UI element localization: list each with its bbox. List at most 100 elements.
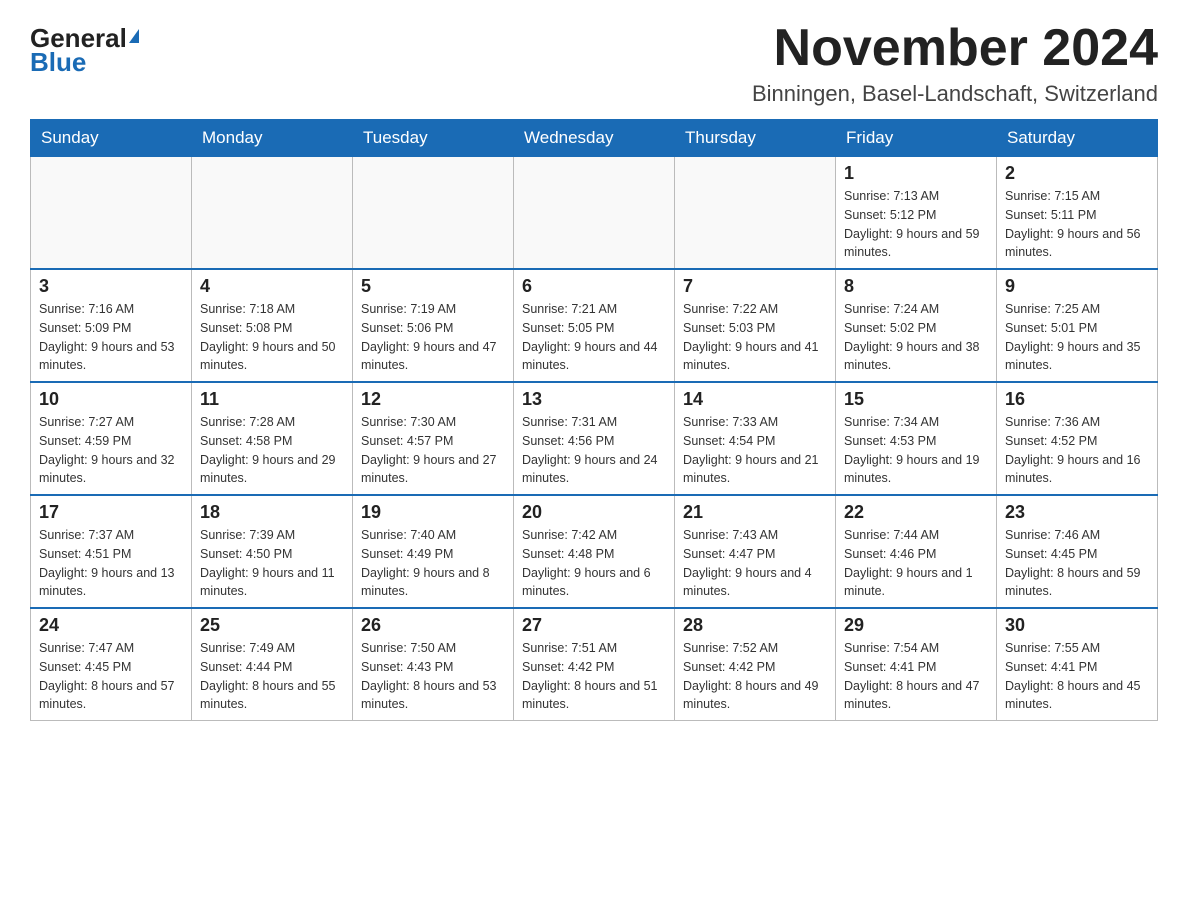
cell-day-number: 8 [844,276,988,297]
calendar-cell: 11 Sunrise: 7:28 AMSunset: 4:58 PMDayligh… [192,382,353,495]
location-subtitle: Binningen, Basel-Landschaft, Switzerland [752,81,1158,107]
calendar-cell: 22Sunrise: 7:44 AMSunset: 4:46 PMDayligh… [836,495,997,608]
cell-sun-info: Sunrise: 7:52 AMSunset: 4:42 PMDaylight:… [683,639,827,714]
cell-sun-info: Sunrise: 7:50 AMSunset: 4:43 PMDaylight:… [361,639,505,714]
weekday-header-friday: Friday [836,120,997,157]
calendar-table: SundayMondayTuesdayWednesdayThursdayFrid… [30,119,1158,721]
cell-day-number: 13 [522,389,666,410]
cell-sun-info: Sunrise: 7:15 AMSunset: 5:11 PMDaylight:… [1005,187,1149,262]
cell-day-number: 26 [361,615,505,636]
cell-day-number: 7 [683,276,827,297]
cell-sun-info: Sunrise: 7:13 AMSunset: 5:12 PMDaylight:… [844,187,988,262]
cell-day-number: 18 [200,502,344,523]
cell-day-number: 11 [200,389,344,410]
calendar-cell: 13Sunrise: 7:31 AMSunset: 4:56 PMDayligh… [514,382,675,495]
cell-sun-info: Sunrise: 7:39 AMSunset: 4:50 PMDaylight:… [200,526,344,601]
cell-sun-info: Sunrise: 7:43 AMSunset: 4:47 PMDaylight:… [683,526,827,601]
cell-day-number: 14 [683,389,827,410]
calendar-cell: 20 Sunrise: 7:42 AMSunset: 4:48 PMDayligh… [514,495,675,608]
cell-day-number: 19 [361,502,505,523]
cell-day-number: 4 [200,276,344,297]
cell-day-number: 17 [39,502,183,523]
cell-day-number: 22 [844,502,988,523]
calendar-week-row: 3Sunrise: 7:16 AMSunset: 5:09 PMDaylight… [31,269,1158,382]
cell-day-number: 21 [683,502,827,523]
cell-day-number: 23 [1005,502,1149,523]
calendar-cell: 7 Sunrise: 7:22 AMSunset: 5:03 PMDaylight… [675,269,836,382]
cell-sun-info: Sunrise: 7:55 AMSunset: 4:41 PMDaylight:… [1005,639,1149,714]
calendar-cell: 2Sunrise: 7:15 AMSunset: 5:11 PMDaylight… [997,157,1158,270]
title-block: November 2024 Binningen, Basel-Landschaf… [752,20,1158,107]
calendar-cell: 21 Sunrise: 7:43 AMSunset: 4:47 PMDayligh… [675,495,836,608]
cell-day-number: 6 [522,276,666,297]
cell-day-number: 15 [844,389,988,410]
cell-day-number: 20 [522,502,666,523]
weekday-header-saturday: Saturday [997,120,1158,157]
logo-triangle-icon [129,29,139,43]
calendar-cell [514,157,675,270]
cell-day-number: 1 [844,163,988,184]
calendar-cell: 4 Sunrise: 7:18 AMSunset: 5:08 PMDaylight… [192,269,353,382]
calendar-cell: 17 Sunrise: 7:37 AMSunset: 4:51 PMDayligh… [31,495,192,608]
calendar-cell: 29 Sunrise: 7:54 AMSunset: 4:41 PMDayligh… [836,608,997,721]
calendar-week-row: 10Sunrise: 7:27 AMSunset: 4:59 PMDayligh… [31,382,1158,495]
cell-sun-info: Sunrise: 7:21 AMSunset: 5:05 PMDaylight:… [522,300,666,375]
cell-sun-info: Sunrise: 7:54 AMSunset: 4:41 PMDaylight:… [844,639,988,714]
cell-sun-info: Sunrise: 7:18 AMSunset: 5:08 PMDaylight:… [200,300,344,375]
cell-sun-info: Sunrise: 7:40 AMSunset: 4:49 PMDaylight:… [361,526,505,601]
cell-sun-info: Sunrise: 7:30 AMSunset: 4:57 PMDaylight:… [361,413,505,488]
calendar-cell: 14 Sunrise: 7:33 AMSunset: 4:54 PMDayligh… [675,382,836,495]
calendar-cell: 15 Sunrise: 7:34 AMSunset: 4:53 PMDayligh… [836,382,997,495]
calendar-cell: 9Sunrise: 7:25 AMSunset: 5:01 PMDaylight… [997,269,1158,382]
calendar-cell: 1 Sunrise: 7:13 AMSunset: 5:12 PMDaylight… [836,157,997,270]
cell-sun-info: Sunrise: 7:28 AMSunset: 4:58 PMDaylight:… [200,413,344,488]
cell-day-number: 28 [683,615,827,636]
calendar-cell [353,157,514,270]
calendar-cell: 23 Sunrise: 7:46 AMSunset: 4:45 PMDayligh… [997,495,1158,608]
cell-day-number: 24 [39,615,183,636]
calendar-cell [192,157,353,270]
cell-sun-info: Sunrise: 7:22 AMSunset: 5:03 PMDaylight:… [683,300,827,375]
calendar-cell: 10Sunrise: 7:27 AMSunset: 4:59 PMDayligh… [31,382,192,495]
weekday-header-row: SundayMondayTuesdayWednesdayThursdayFrid… [31,120,1158,157]
calendar-cell: 16 Sunrise: 7:36 AMSunset: 4:52 PMDayligh… [997,382,1158,495]
calendar-cell [675,157,836,270]
calendar-cell: 28 Sunrise: 7:52 AMSunset: 4:42 PMDayligh… [675,608,836,721]
cell-sun-info: Sunrise: 7:24 AMSunset: 5:02 PMDaylight:… [844,300,988,375]
weekday-header-tuesday: Tuesday [353,120,514,157]
cell-sun-info: Sunrise: 7:19 AMSunset: 5:06 PMDaylight:… [361,300,505,375]
cell-sun-info: Sunrise: 7:37 AMSunset: 4:51 PMDaylight:… [39,526,183,601]
calendar-cell: 5Sunrise: 7:19 AMSunset: 5:06 PMDaylight… [353,269,514,382]
cell-day-number: 29 [844,615,988,636]
month-title: November 2024 [752,20,1158,77]
calendar-cell [31,157,192,270]
cell-sun-info: Sunrise: 7:36 AMSunset: 4:52 PMDaylight:… [1005,413,1149,488]
cell-day-number: 30 [1005,615,1149,636]
cell-sun-info: Sunrise: 7:42 AMSunset: 4:48 PMDaylight:… [522,526,666,601]
weekday-header-thursday: Thursday [675,120,836,157]
calendar-cell: 3Sunrise: 7:16 AMSunset: 5:09 PMDaylight… [31,269,192,382]
calendar-cell: 26 Sunrise: 7:50 AMSunset: 4:43 PMDayligh… [353,608,514,721]
cell-sun-info: Sunrise: 7:47 AMSunset: 4:45 PMDaylight:… [39,639,183,714]
cell-sun-info: Sunrise: 7:34 AMSunset: 4:53 PMDaylight:… [844,413,988,488]
cell-day-number: 12 [361,389,505,410]
cell-day-number: 10 [39,389,183,410]
calendar-cell: 27Sunrise: 7:51 AMSunset: 4:42 PMDayligh… [514,608,675,721]
logo-blue-text: Blue [30,49,86,75]
weekday-header-wednesday: Wednesday [514,120,675,157]
weekday-header-monday: Monday [192,120,353,157]
cell-day-number: 16 [1005,389,1149,410]
calendar-cell: 12 Sunrise: 7:30 AMSunset: 4:57 PMDayligh… [353,382,514,495]
calendar-week-row: 17 Sunrise: 7:37 AMSunset: 4:51 PMDayligh… [31,495,1158,608]
page-header: General Blue November 2024 Binningen, Ba… [30,20,1158,107]
cell-sun-info: Sunrise: 7:46 AMSunset: 4:45 PMDaylight:… [1005,526,1149,601]
cell-day-number: 25 [200,615,344,636]
calendar-cell: 6 Sunrise: 7:21 AMSunset: 5:05 PMDaylight… [514,269,675,382]
cell-sun-info: Sunrise: 7:33 AMSunset: 4:54 PMDaylight:… [683,413,827,488]
cell-sun-info: Sunrise: 7:25 AMSunset: 5:01 PMDaylight:… [1005,300,1149,375]
calendar-cell: 24 Sunrise: 7:47 AMSunset: 4:45 PMDayligh… [31,608,192,721]
cell-day-number: 3 [39,276,183,297]
weekday-header-sunday: Sunday [31,120,192,157]
logo: General Blue [30,20,139,75]
calendar-cell: 30 Sunrise: 7:55 AMSunset: 4:41 PMDayligh… [997,608,1158,721]
